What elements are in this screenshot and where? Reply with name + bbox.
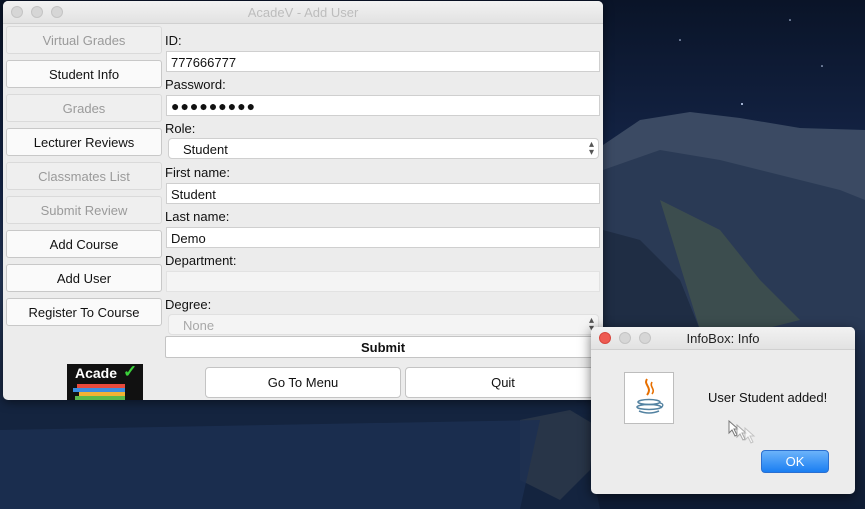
main-titlebar: AcadeV - Add User — [3, 1, 603, 24]
sidebar-button-grades[interactable]: Grades — [6, 94, 162, 122]
books-icon — [73, 384, 125, 400]
go-to-menu-button[interactable]: Go To Menu — [205, 367, 401, 398]
sidebar-button-add-user[interactable]: Add User — [6, 264, 162, 292]
sidebar-button-register-to-course[interactable]: Register To Course — [6, 298, 162, 326]
info-dialog: InfoBox: Info User Student added! OK — [591, 327, 855, 494]
java-cup-graphic — [636, 378, 664, 414]
chevron-updown-icon: ▴▾ — [588, 139, 594, 158]
password-field[interactable]: ●●●●●●●●● — [166, 95, 600, 116]
acadev-logo: Acade ✓ — [67, 364, 143, 400]
dialog-titlebar: InfoBox: Info — [591, 327, 855, 350]
last-name-label: Last name: — [165, 209, 230, 224]
role-select[interactable]: Student ▴ ▾ — [168, 138, 599, 159]
main-window: AcadeV - Add User Virtual Grades Student… — [3, 1, 603, 400]
id-label: ID: — [165, 33, 182, 48]
dialog-title: InfoBox: Info — [686, 331, 760, 346]
degree-select-value: None — [183, 318, 215, 333]
first-name-field[interactable]: Student — [166, 183, 600, 204]
degree-label: Degree: — [165, 297, 212, 312]
first-name-label: First name: — [165, 165, 231, 180]
submit-button[interactable]: Submit — [165, 336, 601, 358]
id-field[interactable]: 777666777 — [166, 51, 600, 72]
ok-button[interactable]: OK — [761, 450, 829, 473]
last-name-field[interactable]: Demo — [166, 227, 600, 248]
java-icon — [624, 372, 674, 424]
sidebar-button-student-info[interactable]: Student Info — [6, 60, 162, 88]
password-label: Password: — [165, 77, 226, 92]
quit-button[interactable]: Quit — [405, 367, 601, 398]
role-label: Role: — [165, 121, 196, 136]
dialog-message: User Student added! — [708, 390, 828, 405]
sidebar-button-add-course[interactable]: Add Course — [6, 230, 162, 258]
busy-cursor-icon — [728, 419, 756, 444]
sidebar-button-submit-review[interactable]: Submit Review — [6, 196, 162, 224]
sidebar-button-classmates-list[interactable]: Classmates List — [6, 162, 162, 190]
role-select-value: Student — [183, 142, 228, 157]
department-field[interactable] — [166, 271, 600, 292]
sidebar-button-virtual-grades[interactable]: Virtual Grades — [6, 26, 162, 54]
department-label: Department: — [165, 253, 237, 268]
degree-select[interactable]: None ▴▾ — [168, 314, 599, 335]
sidebar-button-lecturer-reviews[interactable]: Lecturer Reviews — [6, 128, 162, 156]
window-title: AcadeV - Add User — [247, 5, 359, 20]
